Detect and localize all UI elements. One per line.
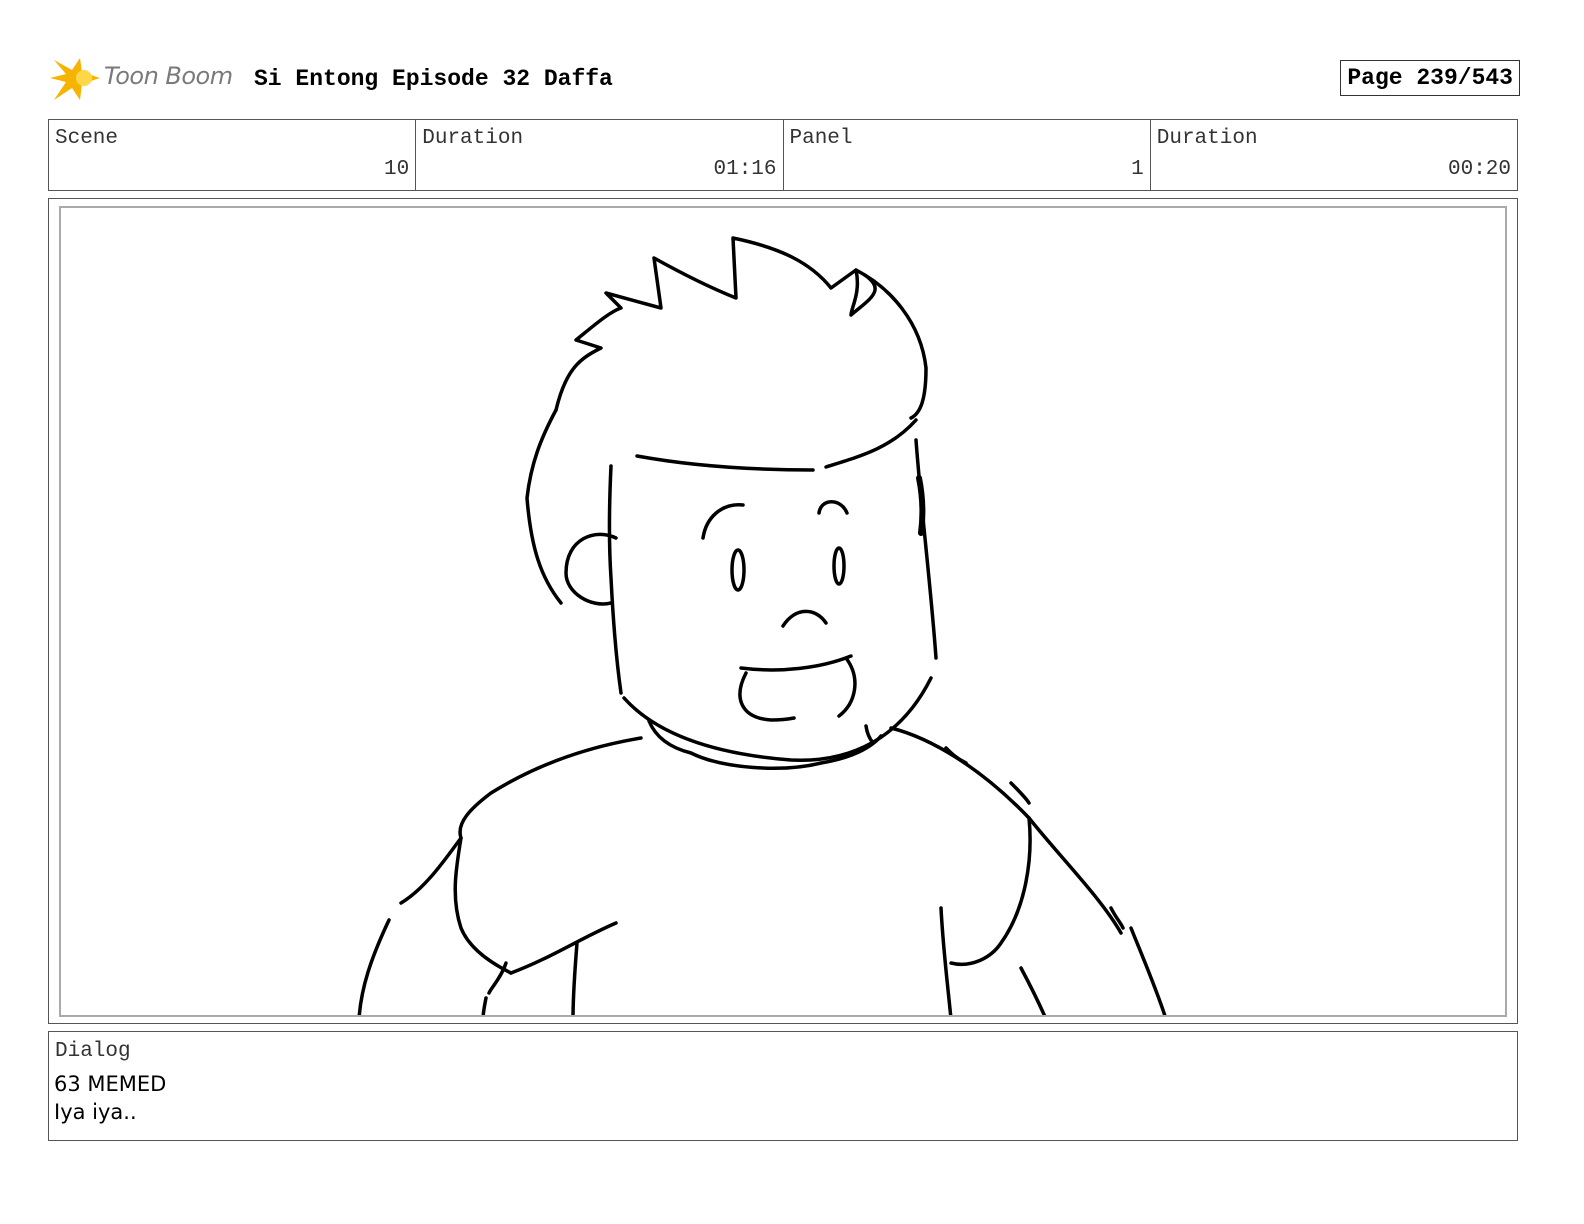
page-indicator: Page 239/543 xyxy=(1340,60,1520,96)
panel-duration-label: Duration xyxy=(1156,127,1258,150)
scene-cell: Scene 10 xyxy=(49,120,417,190)
left-arm xyxy=(357,836,513,1015)
character-sketch xyxy=(357,236,1167,1015)
left-brow xyxy=(701,503,745,540)
panel-duration-value: 00:20 xyxy=(1447,158,1511,181)
panel-duration-cell: Duration 00:20 xyxy=(1151,120,1517,190)
face-right xyxy=(914,438,938,660)
scene-label: Scene xyxy=(55,127,119,150)
scene-duration-value: 01:16 xyxy=(713,158,777,181)
left-eye xyxy=(730,548,746,592)
dialog-label: Dialog xyxy=(55,1040,131,1063)
hairline xyxy=(635,454,815,472)
page-header: Toon Boom Si Entong Episode 32 Daffa Pag… xyxy=(50,56,1520,104)
right-eye xyxy=(832,546,846,586)
scene-info-row: Scene 10 Duration 01:16 Panel 1 Duration… xyxy=(48,119,1518,191)
left-shoulder xyxy=(399,736,643,905)
right-arm xyxy=(939,816,1032,1015)
right-shoulder-marks xyxy=(944,746,1125,930)
hair-side xyxy=(525,408,563,605)
scene-duration-cell: Duration 01:16 xyxy=(416,120,784,190)
starburst-icon xyxy=(50,58,100,100)
collar xyxy=(647,719,883,770)
face-right-dark xyxy=(916,475,926,536)
left-arm-inner xyxy=(481,921,618,1015)
panel-cell: Panel 1 xyxy=(784,120,1151,190)
hair-bottom xyxy=(824,418,918,469)
document-title: Si Entong Episode 32 Daffa xyxy=(254,66,613,92)
dialog-box: Dialog 63 MEMED Iya iya.. xyxy=(48,1031,1518,1141)
scene-value: 10 xyxy=(384,158,410,181)
dialog-text: Iya iya.. xyxy=(54,1100,137,1124)
panel-frame xyxy=(59,206,1507,1017)
scene-duration-label: Duration xyxy=(422,127,524,150)
logo-text: Toon Boom xyxy=(104,62,233,90)
dialog-speaker: 63 MEMED xyxy=(54,1072,167,1096)
right-arm-inner xyxy=(1019,926,1167,1015)
storyboard-panel xyxy=(48,198,1518,1024)
toon-boom-logo: Toon Boom xyxy=(50,56,240,104)
right-shoulder xyxy=(889,726,1123,935)
panel-label: Panel xyxy=(789,127,853,150)
nose xyxy=(781,609,828,628)
hair-outline xyxy=(554,236,928,420)
face-left xyxy=(607,464,623,695)
right-brow xyxy=(817,500,849,515)
mouth-top xyxy=(739,654,853,672)
panel-value: 1 xyxy=(1131,158,1144,181)
